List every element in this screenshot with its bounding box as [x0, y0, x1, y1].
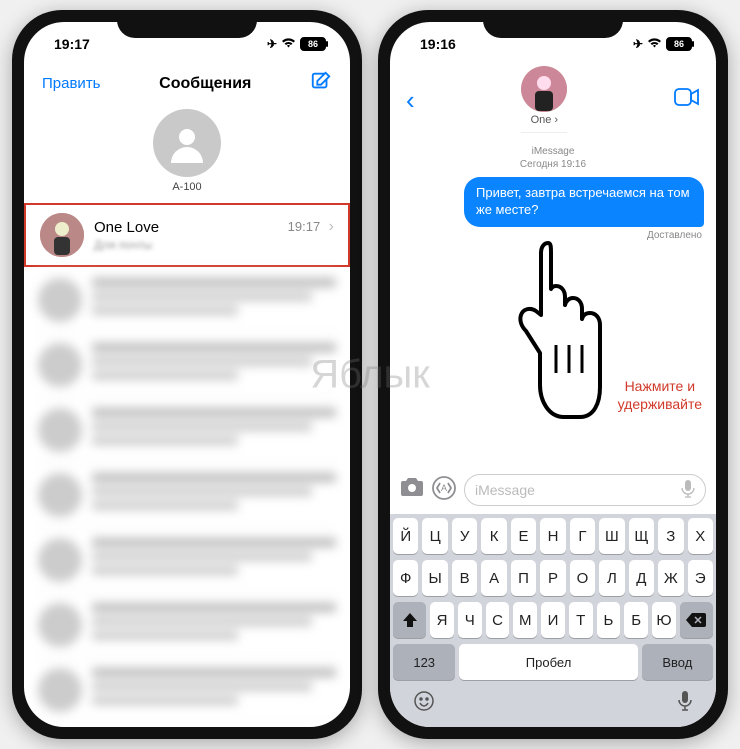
- emoji-button[interactable]: [413, 690, 435, 717]
- notch: [483, 10, 623, 38]
- key-В[interactable]: В: [452, 560, 477, 596]
- chat-meta: iMessage Сегодня 19:16: [402, 145, 704, 171]
- key-О[interactable]: О: [570, 560, 595, 596]
- key-Ч[interactable]: Ч: [458, 602, 482, 638]
- battery-icon: 86: [666, 37, 692, 51]
- key-Я[interactable]: Я: [430, 602, 454, 638]
- numbers-key[interactable]: 123: [393, 644, 455, 680]
- key-Ш[interactable]: Ш: [599, 518, 624, 554]
- key-Ф[interactable]: Ф: [393, 560, 418, 596]
- contact-name: One Love: [94, 219, 159, 236]
- contact-header[interactable]: One ›: [521, 66, 567, 133]
- key-Х[interactable]: Х: [688, 518, 713, 554]
- key-Т[interactable]: Т: [569, 602, 593, 638]
- key-М[interactable]: М: [513, 602, 537, 638]
- contact-name: One ›: [531, 114, 559, 126]
- page-title: Сообщения: [159, 75, 251, 93]
- key-З[interactable]: З: [658, 518, 683, 554]
- keyboard-footer: [393, 686, 713, 727]
- key-Ц[interactable]: Ц: [422, 518, 447, 554]
- conversation-body: One Love 19:17 › Для почты: [94, 218, 334, 252]
- key-Р[interactable]: Р: [540, 560, 565, 596]
- key-Е[interactable]: Е: [511, 518, 536, 554]
- conversation-highlighted[interactable]: One Love 19:17 › Для почты: [24, 203, 350, 267]
- wifi-icon: [647, 37, 662, 51]
- key-Ж[interactable]: Ж: [658, 560, 683, 596]
- conversation-list-blurred: [24, 267, 350, 727]
- nav-bar: Править Сообщения: [24, 66, 350, 103]
- screen-right: 19:16 ✈︎ 86 ‹ One › iMes: [390, 22, 716, 727]
- key-И[interactable]: И: [541, 602, 565, 638]
- service-label: iMessage: [402, 145, 704, 158]
- phone-right: 19:16 ✈︎ 86 ‹ One › iMes: [378, 10, 728, 739]
- key-Л[interactable]: Л: [599, 560, 624, 596]
- key-Щ[interactable]: Щ: [629, 518, 654, 554]
- key-А[interactable]: А: [481, 560, 506, 596]
- key-Й[interactable]: Й: [393, 518, 418, 554]
- key-Д[interactable]: Д: [629, 560, 654, 596]
- battery-icon: 86: [300, 37, 326, 51]
- chat-area[interactable]: iMessage Сегодня 19:16 Привет, завтра вс…: [390, 137, 716, 468]
- svg-text:A: A: [441, 483, 447, 493]
- key-П[interactable]: П: [511, 560, 536, 596]
- instruction-label: Нажмите и удерживайте: [618, 377, 702, 413]
- key-Г[interactable]: Г: [570, 518, 595, 554]
- shift-key[interactable]: [393, 602, 426, 638]
- message-input[interactable]: iMessage: [464, 474, 706, 506]
- avatar: [40, 213, 84, 257]
- status-time: 19:16: [420, 36, 456, 52]
- screen-left: 19:17 ✈︎ 86 Править Сообщения A-100: [24, 22, 350, 727]
- input-placeholder: iMessage: [475, 482, 535, 498]
- facetime-button[interactable]: [674, 88, 700, 111]
- space-key[interactable]: Пробел: [459, 644, 637, 680]
- keyboard: ЙЦУКЕНГШЩЗХ ФЫВАПРОЛДЖЭ ЯЧСМИТЬБЮ 123 Пр…: [390, 514, 716, 727]
- avatar-placeholder-icon: [153, 109, 221, 177]
- status-icons: ✈︎ 86: [267, 37, 326, 51]
- avatar: [521, 66, 567, 112]
- key-У[interactable]: У: [452, 518, 477, 554]
- conversation-time: 19:17: [288, 219, 321, 234]
- timestamp: Сегодня 19:16: [402, 158, 704, 171]
- enter-key[interactable]: Ввод: [642, 644, 713, 680]
- airplane-icon: ✈︎: [267, 37, 277, 51]
- airplane-icon: ✈︎: [633, 37, 643, 51]
- backspace-key[interactable]: [680, 602, 713, 638]
- dictate-button[interactable]: [677, 690, 693, 717]
- key-Ю[interactable]: Ю: [652, 602, 676, 638]
- apps-button[interactable]: A: [432, 476, 456, 505]
- key-Ы[interactable]: Ы: [422, 560, 447, 596]
- pinned-label: A-100: [172, 181, 201, 193]
- back-button[interactable]: ‹: [406, 87, 415, 113]
- message-input-bar: A iMessage: [390, 468, 716, 514]
- phone-left: 19:17 ✈︎ 86 Править Сообщения A-100: [12, 10, 362, 739]
- chevron-right-icon: ›: [329, 218, 334, 235]
- key-Н[interactable]: Н: [540, 518, 565, 554]
- key-Б[interactable]: Б: [624, 602, 648, 638]
- status-time: 19:17: [54, 36, 90, 52]
- wifi-icon: [281, 37, 296, 51]
- mic-icon[interactable]: [681, 480, 695, 501]
- status-icons: ✈︎ 86: [633, 37, 692, 51]
- nav-bar: ‹ One ›: [390, 66, 716, 137]
- key-Э[interactable]: Э: [688, 560, 713, 596]
- pointing-hand-icon: [498, 235, 608, 430]
- camera-button[interactable]: [400, 477, 424, 503]
- key-К[interactable]: К: [481, 518, 506, 554]
- pinned-contact[interactable]: A-100: [24, 109, 350, 193]
- edit-button[interactable]: Править: [42, 75, 101, 92]
- compose-button[interactable]: [310, 70, 332, 97]
- conversation-preview: Для почты: [94, 238, 334, 252]
- key-Ь[interactable]: Ь: [597, 602, 621, 638]
- key-С[interactable]: С: [486, 602, 510, 638]
- message-bubble-sent[interactable]: Привет, завтра встречаемся на том же мес…: [464, 177, 704, 227]
- notch: [117, 10, 257, 38]
